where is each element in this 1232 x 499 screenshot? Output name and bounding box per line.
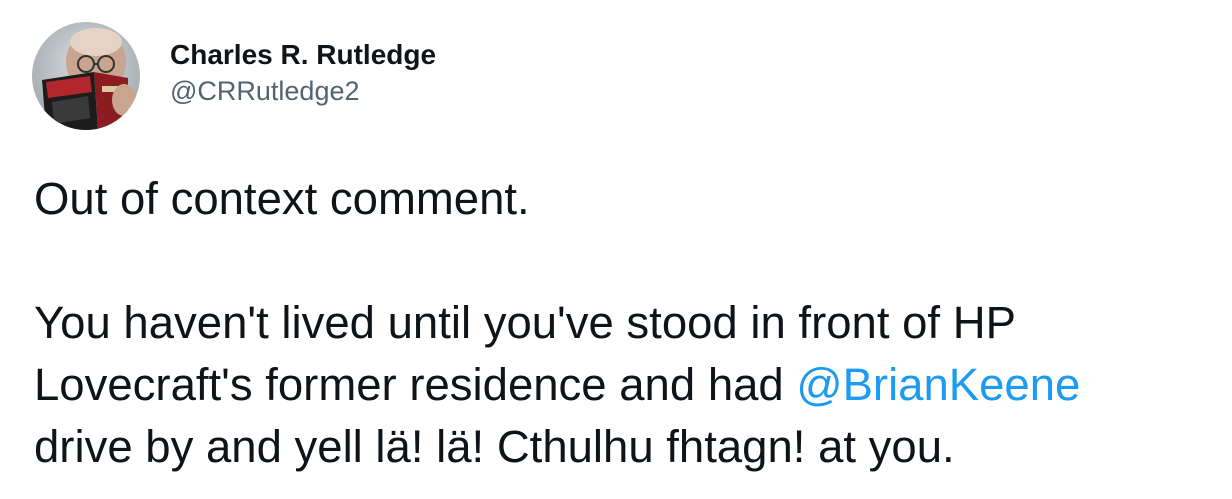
paragraph-break [34,230,1224,292]
tweet-text-line: drive by and yell lä! lä! Cthulhu fhtagn… [34,421,955,472]
tweet-text-line: You haven't lived until you've stood in … [34,297,1016,348]
mention-link[interactable]: @BrianKeene [796,359,1080,410]
tweet-card: Charles R. Rutledge @CRRutledge2 Out of … [0,0,1232,499]
avatar[interactable] [32,22,140,130]
tweet-text-line: Lovecraft's former residence and had @Br… [34,354,1224,416]
tweet-text-segment: Lovecraft's former residence and had [34,359,797,410]
tweet-text-line: Out of context comment. [34,173,530,224]
author-info: Charles R. Rutledge @CRRutledge2 [170,37,436,109]
author-display-name[interactable]: Charles R. Rutledge [170,37,436,73]
tweet-header: Charles R. Rutledge @CRRutledge2 [32,22,436,130]
author-handle[interactable]: @CRRutledge2 [170,73,436,109]
profile-photo-icon [32,22,140,130]
tweet-text: Out of context comment. You haven't live… [34,168,1224,478]
